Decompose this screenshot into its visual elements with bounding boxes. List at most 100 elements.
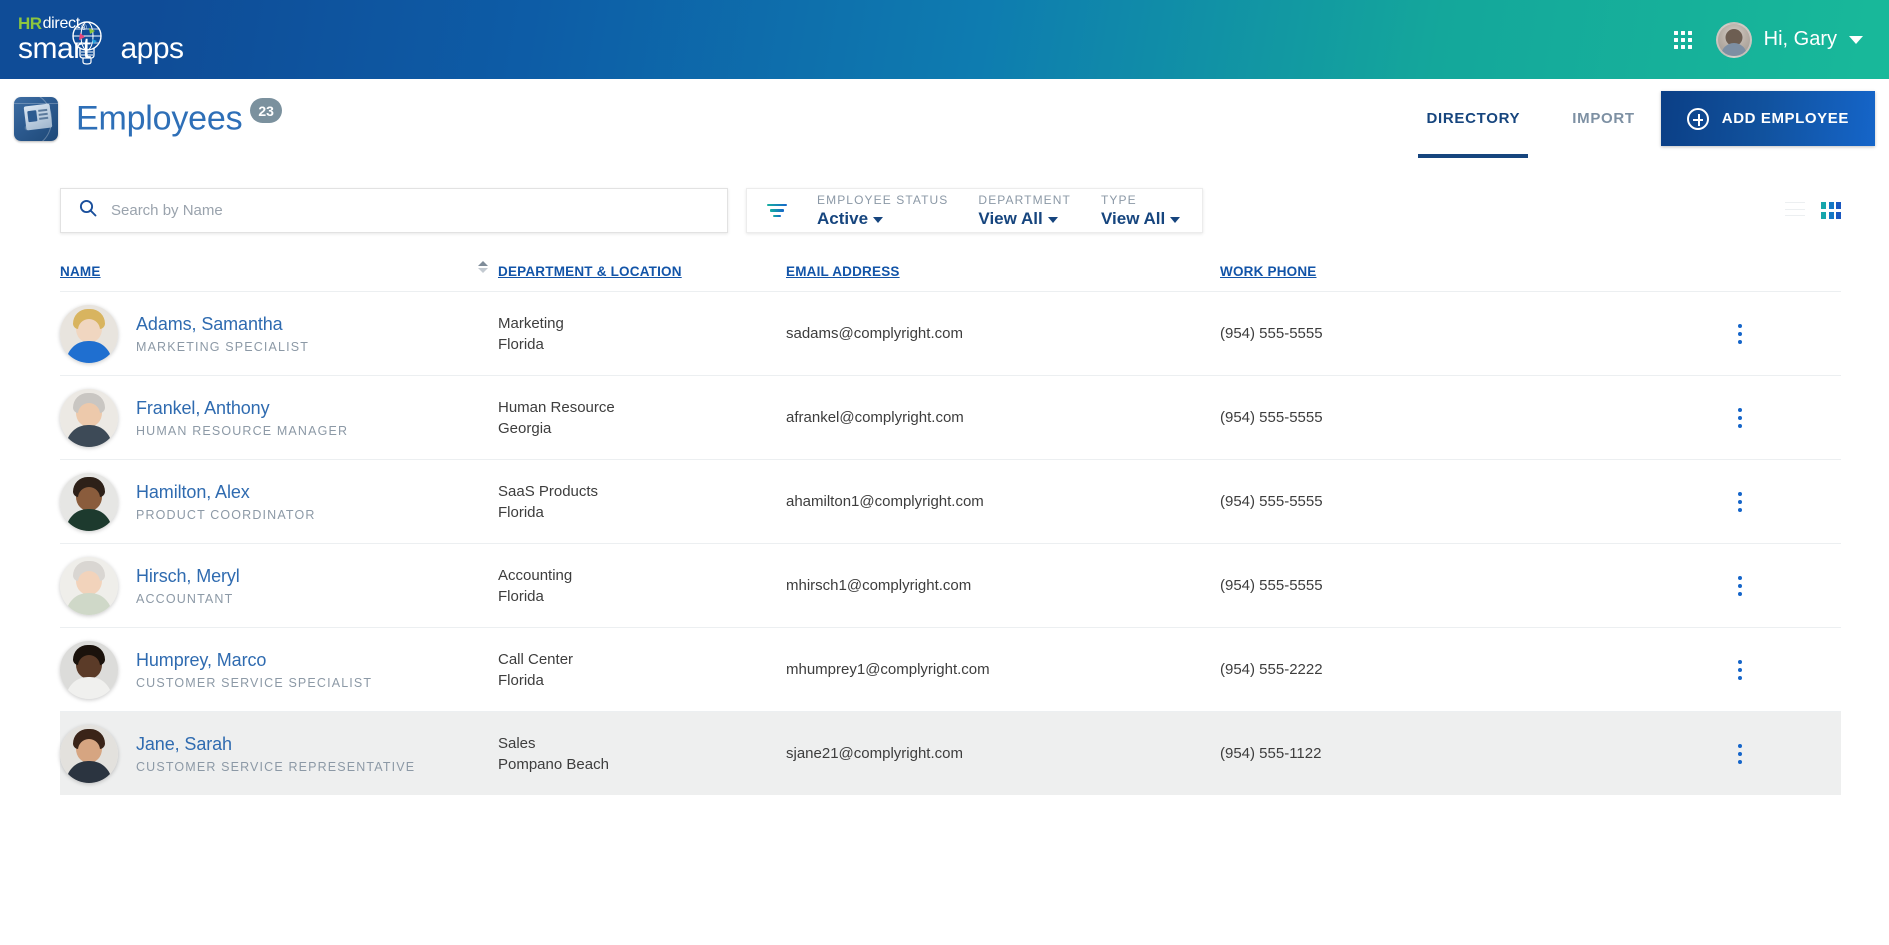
page-title: Employees23: [76, 98, 282, 139]
cell-row-menu: [1700, 570, 1780, 602]
filter-employee-status[interactable]: EMPLOYEE STATUS Active: [817, 193, 948, 229]
kebab-menu-icon[interactable]: [1732, 738, 1748, 770]
cell-name: Hamilton, Alex PRODUCT COORDINATOR: [60, 473, 498, 531]
sort-descending-icon: [478, 268, 488, 273]
kebab-menu-icon[interactable]: [1732, 486, 1748, 518]
header-right-controls: Hi, Gary: [1674, 22, 1863, 58]
table-row[interactable]: Hirsch, Meryl ACCOUNTANT Accounting Flor…: [60, 543, 1841, 627]
apps-grid-icon[interactable]: [1674, 31, 1692, 49]
column-header-department[interactable]: DEPARTMENT & LOCATION: [498, 264, 682, 279]
employee-department: Human Resource: [498, 399, 786, 416]
avatar: [1716, 22, 1752, 58]
chevron-down-icon: [1048, 217, 1058, 223]
employee-work-phone: (954) 555-2222: [1220, 661, 1700, 678]
chevron-down-icon[interactable]: [1849, 36, 1863, 44]
avatar: [60, 641, 118, 699]
employee-email: mhumprey1@complyright.com: [786, 661, 1220, 678]
employee-department: Call Center: [498, 651, 786, 668]
employee-department: Sales: [498, 735, 786, 752]
lightbulb-globe-icon: [62, 17, 112, 67]
employee-job-title: CUSTOMER SERVICE REPRESENTATIVE: [136, 760, 415, 774]
toolbar: EMPLOYEE STATUS Active DEPARTMENT View A…: [60, 158, 1841, 233]
employee-identity: Adams, Samantha MARKETING SPECIALIST: [136, 314, 309, 354]
employee-location: Florida: [498, 504, 786, 521]
kebab-menu-icon[interactable]: [1732, 402, 1748, 434]
employee-identity: Humprey, Marco CUSTOMER SERVICE SPECIALI…: [136, 650, 372, 690]
filter-type[interactable]: TYPE View All: [1101, 193, 1180, 229]
tab-directory[interactable]: DIRECTORY: [1400, 79, 1546, 158]
filter-employee-status-label: EMPLOYEE STATUS: [817, 193, 948, 207]
cell-row-menu: [1700, 318, 1780, 350]
brand-logo[interactable]: HR direct ® smart apps: [14, 15, 184, 64]
filter-type-value[interactable]: View All: [1101, 209, 1180, 229]
table-row[interactable]: Adams, Samantha MARKETING SPECIALIST Mar…: [60, 291, 1841, 375]
employee-job-title: CUSTOMER SERVICE SPECIALIST: [136, 676, 372, 690]
employee-name-link[interactable]: Hamilton, Alex: [136, 482, 316, 503]
employee-location: Florida: [498, 672, 786, 689]
avatar: [60, 557, 118, 615]
employee-email: sjane21@complyright.com: [786, 745, 1220, 762]
employee-name-link[interactable]: Frankel, Anthony: [136, 398, 348, 419]
filter-employee-status-text: Active: [817, 209, 868, 229]
table-row[interactable]: Frankel, Anthony HUMAN RESOURCE MANAGER …: [60, 375, 1841, 459]
employee-name-link[interactable]: Jane, Sarah: [136, 734, 415, 755]
add-employee-button[interactable]: ADD EMPLOYEE: [1661, 91, 1875, 146]
chevron-down-icon: [873, 217, 883, 223]
column-header-phone-wrap: WORK PHONE: [1220, 263, 1700, 281]
employee-table: NAME DEPARTMENT & LOCATION EMAIL ADDRESS…: [60, 263, 1841, 795]
page-title-group: Employees23: [14, 97, 282, 141]
employee-email: sadams@complyright.com: [786, 325, 1220, 342]
kebab-menu-icon[interactable]: [1732, 570, 1748, 602]
column-header-name[interactable]: NAME: [60, 264, 101, 279]
table-row[interactable]: Jane, Sarah CUSTOMER SERVICE REPRESENTAT…: [60, 711, 1841, 795]
employee-count-badge: 23: [250, 98, 282, 123]
cell-row-menu: [1700, 402, 1780, 434]
filter-employee-status-value[interactable]: Active: [817, 209, 948, 229]
employee-work-phone: (954) 555-5555: [1220, 325, 1700, 342]
employee-name-link[interactable]: Hirsch, Meryl: [136, 566, 240, 587]
employee-name-link[interactable]: Adams, Samantha: [136, 314, 309, 335]
employee-job-title: ACCOUNTANT: [136, 592, 240, 606]
search-box[interactable]: [60, 188, 728, 233]
column-header-email[interactable]: EMAIL ADDRESS: [786, 264, 900, 279]
sort-toggle-name[interactable]: [478, 261, 488, 273]
filter-type-text: View All: [1101, 209, 1165, 229]
employee-job-title: PRODUCT COORDINATOR: [136, 508, 316, 522]
app-header: HR direct ® smart apps: [0, 0, 1889, 79]
tab-import[interactable]: IMPORT: [1546, 79, 1661, 158]
employee-identity: Hamilton, Alex PRODUCT COORDINATOR: [136, 482, 316, 522]
search-input[interactable]: [111, 202, 709, 219]
brand-apps-text: apps: [121, 34, 184, 64]
employee-work-phone: (954) 555-1122: [1220, 745, 1700, 762]
employee-work-phone: (954) 555-5555: [1220, 409, 1700, 426]
cell-name: Humprey, Marco CUSTOMER SERVICE SPECIALI…: [60, 641, 498, 699]
sort-ascending-icon: [478, 261, 488, 266]
avatar: [60, 305, 118, 363]
filter-panel: EMPLOYEE STATUS Active DEPARTMENT View A…: [746, 188, 1203, 233]
cell-department-location: Human Resource Georgia: [498, 399, 786, 437]
employee-identity: Frankel, Anthony HUMAN RESOURCE MANAGER: [136, 398, 348, 438]
table-row[interactable]: Humprey, Marco CUSTOMER SERVICE SPECIALI…: [60, 627, 1841, 711]
user-menu[interactable]: Hi, Gary: [1716, 22, 1863, 58]
table-body: Adams, Samantha MARKETING SPECIALIST Mar…: [60, 291, 1841, 795]
employee-identity: Jane, Sarah CUSTOMER SERVICE REPRESENTAT…: [136, 734, 415, 774]
employee-job-title: MARKETING SPECIALIST: [136, 340, 309, 354]
employee-department: Marketing: [498, 315, 786, 332]
kebab-menu-icon[interactable]: [1732, 318, 1748, 350]
employee-location: Florida: [498, 588, 786, 605]
add-employee-label: ADD EMPLOYEE: [1722, 110, 1849, 127]
filter-department[interactable]: DEPARTMENT View All: [978, 193, 1071, 229]
list-view-icon[interactable]: [1785, 202, 1805, 219]
cell-name: Jane, Sarah CUSTOMER SERVICE REPRESENTAT…: [60, 725, 498, 783]
view-toggle-group: [1785, 202, 1841, 219]
avatar: [60, 389, 118, 447]
filter-department-value[interactable]: View All: [978, 209, 1071, 229]
table-row[interactable]: Hamilton, Alex PRODUCT COORDINATOR SaaS …: [60, 459, 1841, 543]
employee-identity: Hirsch, Meryl ACCOUNTANT: [136, 566, 240, 606]
column-header-phone[interactable]: WORK PHONE: [1220, 264, 1317, 279]
cell-row-menu: [1700, 486, 1780, 518]
employee-name-link[interactable]: Humprey, Marco: [136, 650, 372, 671]
employee-work-phone: (954) 555-5555: [1220, 577, 1700, 594]
grid-view-icon[interactable]: [1821, 202, 1841, 219]
kebab-menu-icon[interactable]: [1732, 654, 1748, 686]
